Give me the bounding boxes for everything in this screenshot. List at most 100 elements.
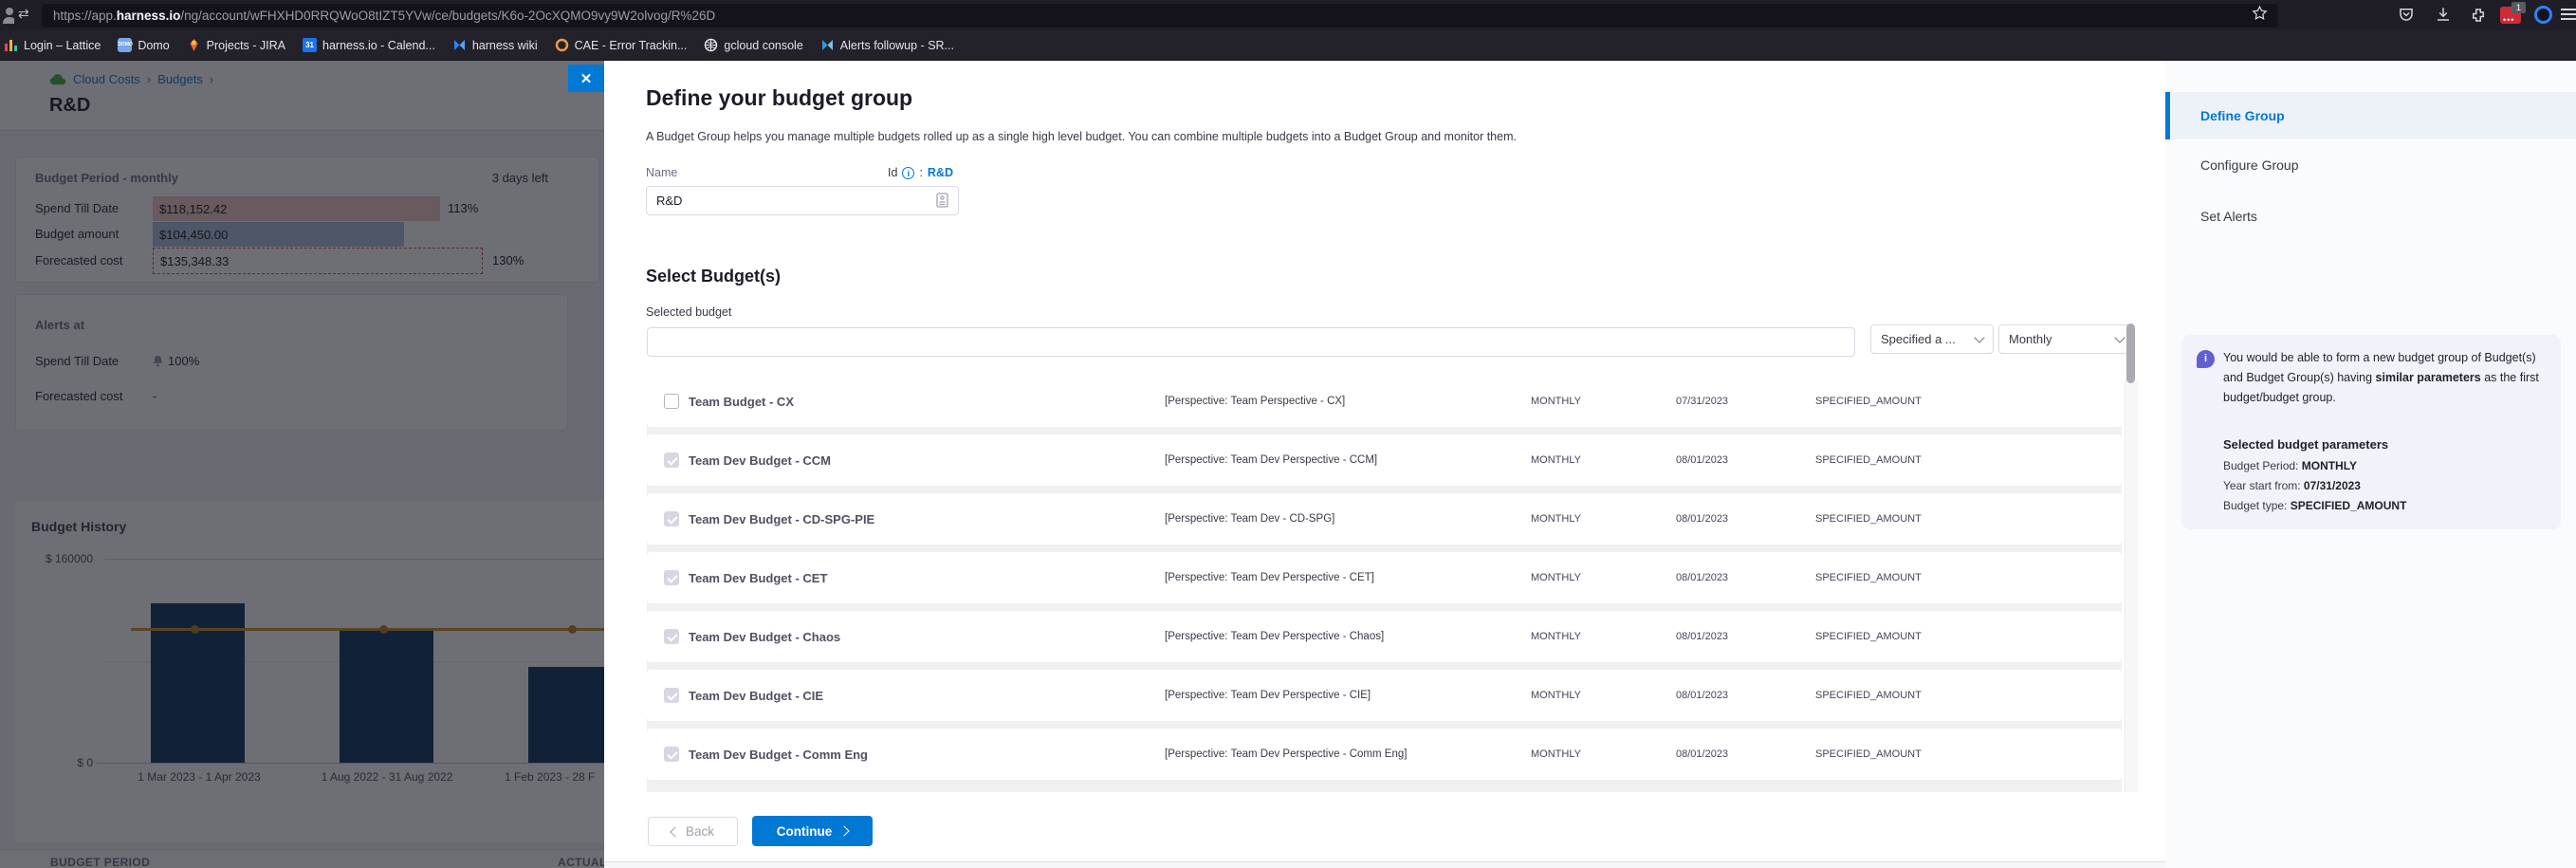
extensions-icon[interactable] [2470,7,2487,24]
bookmark-item[interactable]: Login – Lattice [4,38,101,52]
budget-name: Team Dev Budget - CET [689,571,827,585]
budget-name: Team Dev Budget - CCM [689,453,831,468]
budget-period: MONTHLY [1531,631,1581,642]
budget-row[interactable]: Team Budget - CX [Perspective: Team Pers… [647,379,2122,427]
bookmarks-bar: Login – Lattice DOMODomo Projects - JIRA… [0,30,2576,61]
favicon-lattice [4,38,18,52]
budget-row[interactable]: Team Dev Budget - CET [Perspective: Team… [647,552,2122,603]
scrollbar-thumb[interactable] [2126,323,2135,383]
budget-perspective: [Perspective: Team Dev Perspective - CET… [1165,572,1374,583]
param-year-start: Year start from: 07/31/2023 [2223,479,2361,492]
wizard-sidebar: Define Group Configure Group Set Alerts … [2165,61,2576,868]
selected-budget-label: Selected budget [646,305,731,319]
bookmark-item[interactable]: Alerts followup - SR... [820,38,954,52]
budget-row[interactable]: Team Dev Budget - Comm Eng [Perspective:… [647,729,2122,780]
chevron-down-icon [2114,332,2125,342]
bookmark-item[interactable]: DOMODomo [118,38,169,52]
checkbox[interactable] [664,511,679,526]
favicon-error-tracking [555,38,569,52]
id-separator: : [919,166,922,179]
info-text: You would be able to form a new budget g… [2223,348,2540,408]
url-text: https://app.harness.io/ng/account/wFHXHD… [53,9,715,23]
budget-row[interactable]: Team Dev Budget - CIE [Perspective: Team… [647,670,2122,721]
budget-type: SPECIFIED_AMOUNT [1815,513,1922,525]
list-scrollbar[interactable] [2125,379,2138,792]
checkbox[interactable] [664,570,679,585]
budget-period-dropdown[interactable]: Monthly [1998,324,2134,354]
chevron-left-icon [670,826,680,837]
budget-name: Team Dev Budget - Chaos [689,630,840,644]
budget-type: SPECIFIED_AMOUNT [1815,690,1922,701]
budget-start-date: 07/31/2023 [1676,396,1728,407]
translate-icon[interactable]: ⇄ [18,6,29,22]
budget-type-dropdown[interactable]: Specified a ... [1870,324,1994,354]
address-bar[interactable]: https://app.harness.io/ng/account/wFHXHD… [42,4,2278,28]
budget-period: MONTHLY [1531,748,1581,760]
budget-perspective: [Perspective: Team Dev Perspective - Com… [1165,748,1407,760]
id-card-icon [936,193,948,208]
budget-perspective: [Perspective: Team Dev Perspective - CCM… [1165,454,1377,466]
checkbox[interactable] [664,452,679,468]
name-label: Name [646,166,677,179]
budget-start-date: 08/01/2023 [1676,572,1728,583]
budget-period: MONTHLY [1531,513,1581,525]
chevron-right-icon [839,825,850,836]
step-configure-group[interactable]: Configure Group [2200,157,2299,173]
account-avatar-icon[interactable] [2534,6,2552,24]
budget-perspective: [Perspective: Team Dev - CD-SPG] [1165,513,1334,525]
download-icon[interactable] [2435,6,2452,23]
budget-period: MONTHLY [1531,690,1581,701]
menu-icon[interactable] [2561,9,2576,23]
favicon-jira [187,38,201,52]
budget-start-date: 08/01/2023 [1676,631,1728,642]
profile-icon[interactable] [1,7,14,24]
budget-start-date: 08/01/2023 [1676,690,1728,701]
bookmark-item[interactable]: harness wiki [452,38,538,52]
continue-button[interactable]: Continue [752,816,873,846]
bookmark-item[interactable]: 31harness.io - Calend... [303,38,435,52]
budget-start-date: 08/01/2023 [1676,513,1728,525]
pocket-icon[interactable] [2398,6,2415,23]
budget-row[interactable]: Team Dev Budget - Chaos [Perspective: Te… [647,611,2122,662]
budget-list: Team Budget - CX [Perspective: Team Pers… [647,379,2122,792]
step-set-alerts[interactable]: Set Alerts [2200,209,2257,224]
budget-name: Team Dev Budget - CD-SPG-PIE [689,512,874,526]
checkbox[interactable] [664,629,679,644]
budget-start-date: 08/01/2023 [1676,748,1728,760]
password-manager-badge: 1 [2512,2,2526,13]
budget-type: SPECIFIED_AMOUNT [1815,396,1922,407]
budget-period: MONTHLY [1531,396,1581,407]
id-row: Id i : R&D [888,166,953,179]
budget-perspective: [Perspective: Team Dev Perspective - Cha… [1165,631,1384,642]
budget-period: MONTHLY [1531,572,1581,583]
favicon-domo: DOMO [118,38,132,52]
name-input[interactable] [646,186,959,215]
favicon-harness-wiki [452,38,467,52]
modal-subtitle: A Budget Group helps you manage multiple… [646,130,1517,143]
modal-title: Define your budget group [646,85,912,111]
favicon-alerts [820,38,835,52]
id-value: R&D [928,166,953,179]
checkbox[interactable] [664,688,679,703]
select-budgets-title: Select Budget(s) [646,267,781,286]
budget-row[interactable]: Team Dev Budget - CCM [Perspective: Team… [647,434,2122,486]
bookmark-item[interactable]: CAE - Error Trackin... [555,38,688,52]
info-icon[interactable]: i [902,167,914,179]
bookmark-item[interactable]: Projects - JIRA [187,38,285,52]
budget-type: SPECIFIED_AMOUNT [1815,748,1922,760]
budget-start-date: 08/01/2023 [1676,454,1728,466]
favicon-gcloud [704,38,718,52]
bookmark-item[interactable]: gcloud console [704,38,802,52]
budget-group-modal: Define your budget group A Budget Group … [604,61,2576,868]
step-define-group[interactable]: Define Group [2165,92,2576,139]
budget-search-input[interactable] [647,327,1855,357]
close-icon[interactable]: ✕ [568,65,604,92]
browser-url-bar: ⇄ https://app.harness.io/ng/account/wFHX… [0,0,2576,30]
budget-row[interactable]: Team Dev Budget - CD-SPG-PIE [Perspectiv… [647,493,2122,545]
info-params-title: Selected budget parameters [2223,437,2388,452]
budget-name: Team Dev Budget - Comm Eng [689,748,868,762]
bookmark-star-icon[interactable] [2252,5,2268,21]
checkbox[interactable] [664,747,679,762]
back-button[interactable]: Back [648,817,738,846]
checkbox[interactable] [664,394,679,409]
